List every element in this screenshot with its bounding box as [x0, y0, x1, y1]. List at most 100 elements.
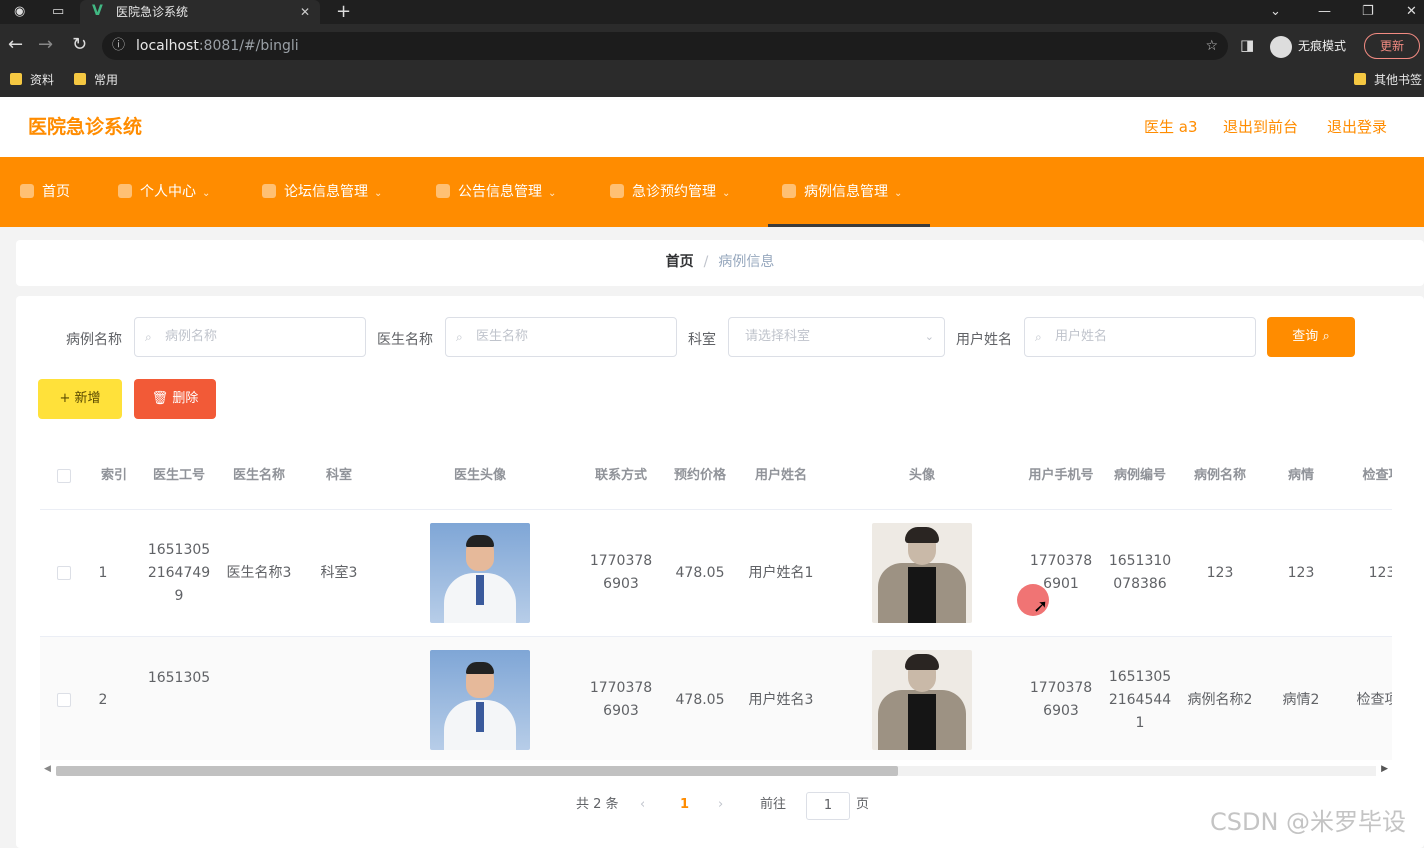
- scroll-thumb[interactable]: [56, 766, 898, 776]
- search-icon: ⌕: [145, 330, 152, 344]
- goto-page-input[interactable]: 1: [806, 792, 850, 820]
- column-header[interactable]: 索引: [88, 442, 140, 509]
- cell-doctor-id: 1651305: [147, 670, 211, 686]
- doctor-photo[interactable]: [430, 650, 530, 750]
- breadcrumb: 首页 / 病例信息: [16, 240, 1424, 286]
- query-label: 查询: [1292, 329, 1319, 344]
- bookmark-label: 资料: [30, 73, 55, 87]
- doctor-name-input[interactable]: ⌕ 医生名称: [445, 317, 677, 357]
- menu-label: 病例信息管理: [804, 184, 888, 200]
- goto-label: 前往: [760, 797, 787, 812]
- site-info-icon[interactable]: ⓘ: [112, 32, 125, 60]
- address-bar: ← → ↻ ⓘ localhost:8081/#/bingli ☆ ◨: [0, 24, 1424, 68]
- home-icon: [20, 184, 34, 198]
- cell-price: 478.05: [675, 691, 725, 708]
- doctor-photo[interactable]: [430, 523, 530, 623]
- calendar-icon: [610, 184, 624, 198]
- menu-item-appointment[interactable]: 急诊预约管理 ⌄: [610, 157, 730, 227]
- column-header[interactable]: 病例编号: [1100, 442, 1180, 509]
- bookmark-folder-changyong[interactable]: 常用: [74, 68, 118, 92]
- page-number[interactable]: 1: [680, 790, 689, 820]
- scroll-right-icon[interactable]: ▶: [1381, 764, 1388, 774]
- window-icon[interactable]: ▭: [52, 0, 64, 24]
- user-photo[interactable]: [872, 523, 972, 623]
- table-scrollbar[interactable]: ◀ ▶: [40, 762, 1392, 780]
- sidepanel-icon[interactable]: ◨: [1240, 34, 1254, 56]
- breadcrumb-home[interactable]: 首页: [666, 254, 694, 270]
- checkbox-box: [57, 468, 71, 483]
- delete-button[interactable]: 🗑 删除: [134, 379, 216, 419]
- add-button[interactable]: + 新增: [38, 379, 122, 419]
- app-title: 医院急诊系统: [28, 116, 143, 138]
- column-header[interactable]: 病例名称: [1180, 442, 1260, 509]
- column-header[interactable]: 病情: [1260, 442, 1342, 509]
- logout-link[interactable]: 退出登录: [1327, 117, 1387, 137]
- column-header[interactable]: 检查项: [1342, 442, 1392, 509]
- browser-tab[interactable]: V 医院急诊系统 ✕: [80, 0, 320, 24]
- menu-item-profile[interactable]: 个人中心 ⌄: [118, 157, 210, 227]
- scroll-left-icon[interactable]: ◀: [44, 764, 51, 774]
- reload-icon[interactable]: ↻: [72, 34, 87, 56]
- restore-icon[interactable]: ❐: [1362, 0, 1374, 24]
- prev-page-icon[interactable]: ‹: [640, 790, 645, 820]
- exit-to-frontend-link[interactable]: 退出到前台: [1223, 117, 1298, 137]
- incognito-badge[interactable]: 无痕模式: [1270, 33, 1346, 59]
- cell-case-name: 病例名称2: [1187, 691, 1253, 708]
- column-header[interactable]: 联系方式: [582, 442, 660, 509]
- case-name-input[interactable]: ⌕ 病例名称: [134, 317, 366, 357]
- cell-user-phone: 17703786903: [1029, 680, 1093, 719]
- minimize-icon[interactable]: —: [1318, 0, 1331, 24]
- column-header[interactable]: 医生头像: [378, 442, 582, 509]
- tab-search-chevron-icon[interactable]: ⌄: [1270, 0, 1281, 24]
- user-name-input[interactable]: ⌕ 用户姓名: [1024, 317, 1256, 357]
- dept-label: 科室: [688, 332, 716, 348]
- column-header[interactable]: 医生工号: [140, 442, 218, 509]
- menu-item-home[interactable]: 首页: [20, 157, 70, 227]
- column-header[interactable]: 科室: [300, 442, 378, 509]
- new-tab-icon[interactable]: +: [336, 0, 351, 24]
- user-name-label: 用户姓名: [956, 332, 1012, 348]
- pagination-total: 共 2 条: [576, 797, 619, 812]
- chart-icon: [436, 184, 450, 198]
- window-close-icon[interactable]: ✕: [1406, 0, 1417, 24]
- column-header[interactable]: 用户手机号: [1022, 442, 1100, 509]
- dept-select[interactable]: 请选择科室 ⌄: [728, 317, 945, 357]
- column-header[interactable]: 医生名称: [218, 442, 300, 509]
- menu-label: 急诊预约管理: [632, 184, 716, 200]
- column-header[interactable]: 头像: [822, 442, 1022, 509]
- bookmark-star-icon[interactable]: ☆: [1205, 32, 1218, 60]
- query-button[interactable]: 查询 ⌕: [1267, 317, 1355, 357]
- user-photo[interactable]: [872, 650, 972, 750]
- select-all-checkbox[interactable]: [40, 442, 88, 509]
- cell-doctor-avatar: [378, 637, 582, 760]
- bookmark-folder-other[interactable]: 其他书签: [1354, 68, 1422, 92]
- chevron-down-icon: ⌄: [374, 188, 383, 199]
- menu-item-forum[interactable]: 论坛信息管理 ⌄: [262, 157, 382, 227]
- menu-item-notice[interactable]: 公告信息管理 ⌄: [436, 157, 556, 227]
- breadcrumb-separator: /: [703, 254, 709, 270]
- table-row[interactable]: 2 1651305 17703786903 478.05 用户姓名3 17703…: [40, 637, 1392, 760]
- next-page-icon[interactable]: ›: [718, 790, 723, 820]
- current-user-link[interactable]: 医生 a3: [1144, 117, 1198, 137]
- chevron-down-icon: ⌄: [722, 188, 731, 199]
- column-header[interactable]: 预约价格: [660, 442, 740, 509]
- tab-close-icon[interactable]: ✕: [300, 0, 310, 24]
- bookmark-label: 常用: [94, 73, 119, 87]
- cell-doctor-avatar: [378, 510, 582, 636]
- row-checkbox[interactable]: [40, 637, 88, 760]
- doctor-name-placeholder: 医生名称: [476, 329, 529, 344]
- cell-case-no: 1651310078386: [1108, 553, 1172, 592]
- cell-check: 检查项2: [1356, 691, 1392, 708]
- forward-icon[interactable]: →: [38, 34, 53, 56]
- menu-item-case[interactable]: 病例信息管理 ⌄: [768, 157, 930, 227]
- table-row[interactable]: 1 16513052164749 9 医生名称3 科室3 17703786903…: [40, 510, 1392, 637]
- row-checkbox[interactable]: [40, 510, 88, 636]
- back-icon[interactable]: ←: [8, 34, 23, 56]
- search-icon: ⌕: [456, 330, 463, 344]
- cell-case-name: 123: [1206, 564, 1234, 581]
- url-field[interactable]: ⓘ localhost:8081/#/bingli ☆: [102, 32, 1228, 60]
- update-button[interactable]: 更新: [1364, 33, 1420, 59]
- column-header[interactable]: 用户姓名: [740, 442, 822, 509]
- bookmark-folder-ziliao[interactable]: 资料: [10, 68, 54, 92]
- globe-icon[interactable]: ◉: [14, 0, 25, 24]
